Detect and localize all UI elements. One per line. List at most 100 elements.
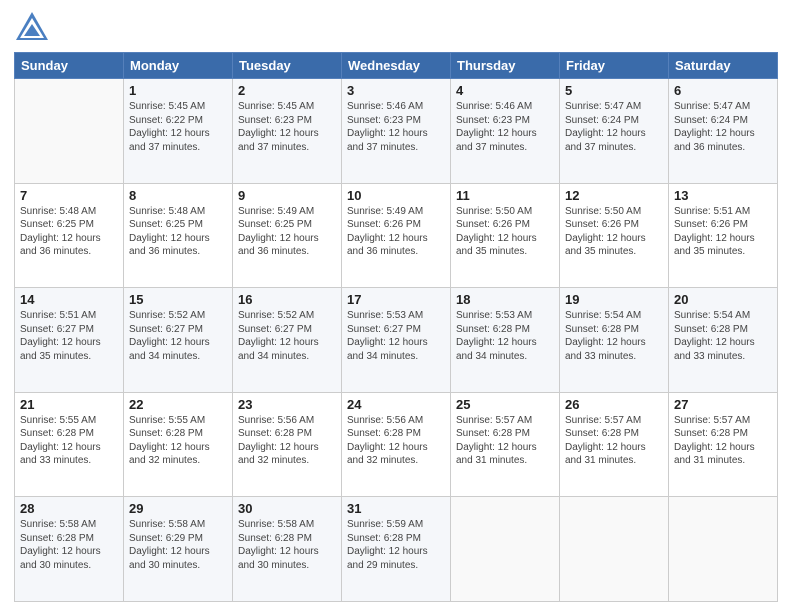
- calendar-cell: 25 Sunrise: 5:57 AM Sunset: 6:28 PM Dayli…: [451, 392, 560, 497]
- day-number: 5: [565, 83, 663, 98]
- calendar-cell: 10 Sunrise: 5:49 AM Sunset: 6:26 PM Dayli…: [342, 183, 451, 288]
- day-info: Sunrise: 5:55 AM Sunset: 6:28 PM Dayligh…: [20, 414, 118, 468]
- day-info: Sunrise: 5:45 AM Sunset: 6:23 PM Dayligh…: [238, 100, 336, 154]
- day-number: 23: [238, 397, 336, 412]
- day-info: Sunrise: 5:47 AM Sunset: 6:24 PM Dayligh…: [674, 100, 772, 154]
- day-info: Sunrise: 5:51 AM Sunset: 6:26 PM Dayligh…: [674, 205, 772, 259]
- day-number: 15: [129, 292, 227, 307]
- calendar-cell: 28 Sunrise: 5:58 AM Sunset: 6:28 PM Dayli…: [15, 497, 124, 602]
- day-info: Sunrise: 5:50 AM Sunset: 6:26 PM Dayligh…: [456, 205, 554, 259]
- day-number: 6: [674, 83, 772, 98]
- day-number: 18: [456, 292, 554, 307]
- day-number: 9: [238, 188, 336, 203]
- day-info: Sunrise: 5:50 AM Sunset: 6:26 PM Dayligh…: [565, 205, 663, 259]
- page: SundayMondayTuesdayWednesdayThursdayFrid…: [0, 0, 792, 612]
- logo: [14, 10, 52, 46]
- header: [14, 10, 778, 46]
- calendar-cell: [451, 497, 560, 602]
- day-number: 22: [129, 397, 227, 412]
- day-info: Sunrise: 5:57 AM Sunset: 6:28 PM Dayligh…: [565, 414, 663, 468]
- day-info: Sunrise: 5:45 AM Sunset: 6:22 PM Dayligh…: [129, 100, 227, 154]
- calendar-cell: 20 Sunrise: 5:54 AM Sunset: 6:28 PM Dayli…: [669, 288, 778, 393]
- weekday-header-row: SundayMondayTuesdayWednesdayThursdayFrid…: [15, 53, 778, 79]
- calendar-cell: 27 Sunrise: 5:57 AM Sunset: 6:28 PM Dayli…: [669, 392, 778, 497]
- day-info: Sunrise: 5:51 AM Sunset: 6:27 PM Dayligh…: [20, 309, 118, 363]
- calendar-cell: 8 Sunrise: 5:48 AM Sunset: 6:25 PM Daylig…: [124, 183, 233, 288]
- calendar-cell: 19 Sunrise: 5:54 AM Sunset: 6:28 PM Dayli…: [560, 288, 669, 393]
- calendar-cell: 17 Sunrise: 5:53 AM Sunset: 6:27 PM Dayli…: [342, 288, 451, 393]
- weekday-header-friday: Friday: [560, 53, 669, 79]
- day-number: 28: [20, 501, 118, 516]
- week-row-2: 14 Sunrise: 5:51 AM Sunset: 6:27 PM Dayli…: [15, 288, 778, 393]
- calendar-cell: 18Sunrise: 5:53 AM Sunset: 6:28 PM Dayli…: [451, 288, 560, 393]
- day-info: Sunrise: 5:59 AM Sunset: 6:28 PM Dayligh…: [347, 518, 445, 572]
- day-info: Sunrise: 5:58 AM Sunset: 6:29 PM Dayligh…: [129, 518, 227, 572]
- day-number: 3: [347, 83, 445, 98]
- day-number: 13: [674, 188, 772, 203]
- day-info: Sunrise: 5:54 AM Sunset: 6:28 PM Dayligh…: [565, 309, 663, 363]
- week-row-0: 1 Sunrise: 5:45 AM Sunset: 6:22 PM Daylig…: [15, 79, 778, 184]
- day-info: Sunrise: 5:46 AM Sunset: 6:23 PM Dayligh…: [347, 100, 445, 154]
- day-info: Sunrise: 5:52 AM Sunset: 6:27 PM Dayligh…: [129, 309, 227, 363]
- calendar-table: SundayMondayTuesdayWednesdayThursdayFrid…: [14, 52, 778, 602]
- week-row-1: 7 Sunrise: 5:48 AM Sunset: 6:25 PM Daylig…: [15, 183, 778, 288]
- day-info: Sunrise: 5:52 AM Sunset: 6:27 PM Dayligh…: [238, 309, 336, 363]
- day-number: 27: [674, 397, 772, 412]
- week-row-3: 21 Sunrise: 5:55 AM Sunset: 6:28 PM Dayli…: [15, 392, 778, 497]
- calendar-cell: 9 Sunrise: 5:49 AM Sunset: 6:25 PM Daylig…: [233, 183, 342, 288]
- calendar-cell: 29 Sunrise: 5:58 AM Sunset: 6:29 PM Dayli…: [124, 497, 233, 602]
- day-info: Sunrise: 5:56 AM Sunset: 6:28 PM Dayligh…: [347, 414, 445, 468]
- weekday-header-monday: Monday: [124, 53, 233, 79]
- weekday-header-wednesday: Wednesday: [342, 53, 451, 79]
- logo-icon: [14, 10, 50, 46]
- day-info: Sunrise: 5:48 AM Sunset: 6:25 PM Dayligh…: [129, 205, 227, 259]
- day-info: Sunrise: 5:48 AM Sunset: 6:25 PM Dayligh…: [20, 205, 118, 259]
- calendar-cell: 1 Sunrise: 5:45 AM Sunset: 6:22 PM Daylig…: [124, 79, 233, 184]
- calendar-cell: 6 Sunrise: 5:47 AM Sunset: 6:24 PM Daylig…: [669, 79, 778, 184]
- calendar-cell: 24 Sunrise: 5:56 AM Sunset: 6:28 PM Dayli…: [342, 392, 451, 497]
- day-info: Sunrise: 5:53 AM Sunset: 6:27 PM Dayligh…: [347, 309, 445, 363]
- weekday-header-sunday: Sunday: [15, 53, 124, 79]
- day-info: Sunrise: 5:56 AM Sunset: 6:28 PM Dayligh…: [238, 414, 336, 468]
- day-info: Sunrise: 5:46 AM Sunset: 6:23 PM Dayligh…: [456, 100, 554, 154]
- calendar-cell: 11Sunrise: 5:50 AM Sunset: 6:26 PM Dayli…: [451, 183, 560, 288]
- calendar-cell: [560, 497, 669, 602]
- day-number: 17: [347, 292, 445, 307]
- calendar-cell: 30Sunrise: 5:58 AM Sunset: 6:28 PM Dayli…: [233, 497, 342, 602]
- day-number: 20: [674, 292, 772, 307]
- week-row-4: 28 Sunrise: 5:58 AM Sunset: 6:28 PM Dayli…: [15, 497, 778, 602]
- calendar-cell: 12 Sunrise: 5:50 AM Sunset: 6:26 PM Dayli…: [560, 183, 669, 288]
- day-info: Sunrise: 5:49 AM Sunset: 6:26 PM Dayligh…: [347, 205, 445, 259]
- calendar-cell: 5Sunrise: 5:47 AM Sunset: 6:24 PM Daylig…: [560, 79, 669, 184]
- day-number: 19: [565, 292, 663, 307]
- day-number: 8: [129, 188, 227, 203]
- calendar-cell: 15 Sunrise: 5:52 AM Sunset: 6:27 PM Dayli…: [124, 288, 233, 393]
- day-info: Sunrise: 5:54 AM Sunset: 6:28 PM Dayligh…: [674, 309, 772, 363]
- day-number: 21: [20, 397, 118, 412]
- day-number: 10: [347, 188, 445, 203]
- day-number: 31: [347, 501, 445, 516]
- calendar-cell: [669, 497, 778, 602]
- weekday-header-saturday: Saturday: [669, 53, 778, 79]
- calendar-cell: 13 Sunrise: 5:51 AM Sunset: 6:26 PM Dayli…: [669, 183, 778, 288]
- calendar-cell: 7 Sunrise: 5:48 AM Sunset: 6:25 PM Daylig…: [15, 183, 124, 288]
- day-number: 12: [565, 188, 663, 203]
- day-number: 14: [20, 292, 118, 307]
- day-info: Sunrise: 5:57 AM Sunset: 6:28 PM Dayligh…: [674, 414, 772, 468]
- day-info: Sunrise: 5:49 AM Sunset: 6:25 PM Dayligh…: [238, 205, 336, 259]
- calendar-cell: 16 Sunrise: 5:52 AM Sunset: 6:27 PM Dayli…: [233, 288, 342, 393]
- day-number: 1: [129, 83, 227, 98]
- weekday-header-thursday: Thursday: [451, 53, 560, 79]
- day-number: 26: [565, 397, 663, 412]
- day-number: 16: [238, 292, 336, 307]
- day-info: Sunrise: 5:58 AM Sunset: 6:28 PM Dayligh…: [20, 518, 118, 572]
- calendar-cell: 2 Sunrise: 5:45 AM Sunset: 6:23 PM Daylig…: [233, 79, 342, 184]
- day-info: Sunrise: 5:57 AM Sunset: 6:28 PM Dayligh…: [456, 414, 554, 468]
- day-number: 2: [238, 83, 336, 98]
- calendar-cell: 26 Sunrise: 5:57 AM Sunset: 6:28 PM Dayli…: [560, 392, 669, 497]
- day-number: 24: [347, 397, 445, 412]
- day-number: 29: [129, 501, 227, 516]
- day-info: Sunrise: 5:58 AM Sunset: 6:28 PM Dayligh…: [238, 518, 336, 572]
- day-number: 7: [20, 188, 118, 203]
- day-number: 25: [456, 397, 554, 412]
